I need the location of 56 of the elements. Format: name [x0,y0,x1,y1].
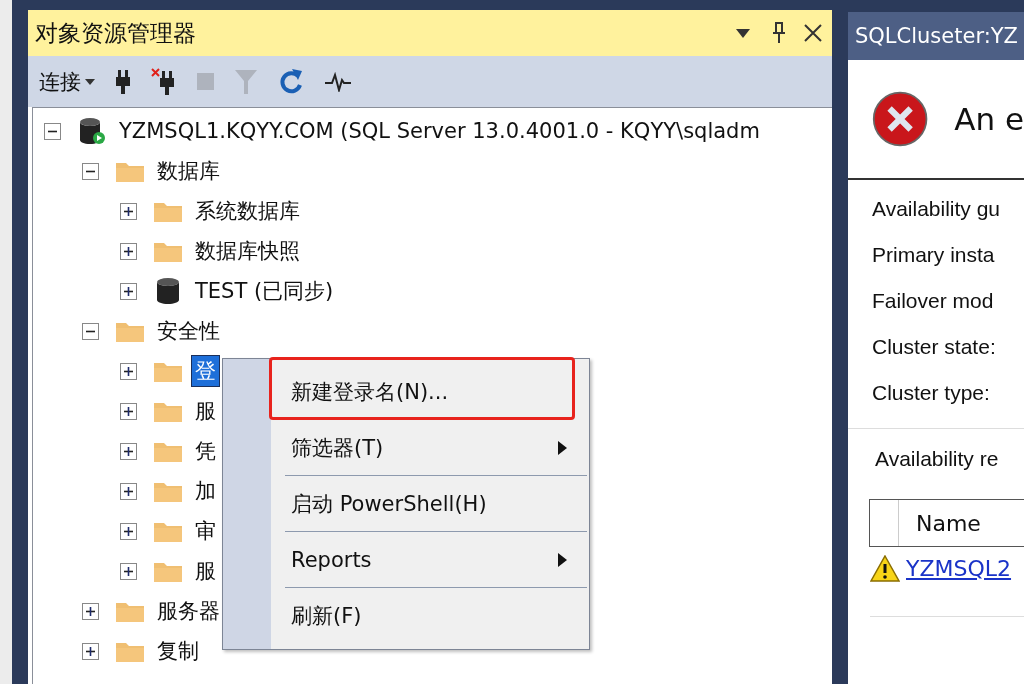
section-heading: Availability re [874,446,1000,472]
expand-icon[interactable] [82,602,99,620]
tree-item[interactable]: YZMSQL1.KQYY.COM (SQL Server 13.0.4001.0 - KQYY\sqladm [115,117,764,145]
menu-item[interactable]: 新建登录名(N)... [269,357,575,420]
tree-item[interactable]: 加 [191,475,220,507]
panel-title: 对象资源管理器 [35,18,197,48]
tree-item[interactable]: 数据库 [153,155,224,187]
server-icon [78,117,106,145]
tree-item[interactable]: 数据库快照 [191,235,304,267]
expand-icon[interactable] [120,202,137,220]
submenu-arrow-icon [558,440,567,455]
tree-item[interactable]: 服务器 [153,595,224,627]
expand-icon[interactable] [120,562,137,580]
field-label: Cluster type: [872,380,991,406]
field-label: Failover mod [872,288,995,314]
tree-item[interactable]: TEST (已同步) [191,275,338,307]
refresh-icon[interactable] [278,67,304,96]
field-label: Cluster state: [872,334,997,360]
expand-icon[interactable] [120,522,137,540]
database-icon [155,277,181,305]
collapse-icon[interactable] [44,122,61,140]
field-label: Primary insta [872,242,996,268]
menu-item[interactable]: 刷新(F) [271,588,589,643]
plug-icon[interactable] [115,68,131,95]
tab-title[interactable]: SQLCluseter:YZ [848,12,1024,60]
dropdown-icon[interactable] [736,28,750,38]
expand-icon[interactable] [120,402,137,420]
pin-icon[interactable] [772,22,786,44]
expand-icon[interactable] [120,442,137,460]
plug-remove-icon[interactable] [151,67,177,96]
expand-icon[interactable] [120,362,137,380]
tree-item[interactable]: 登 [191,355,220,387]
field-label: Availability gu [872,196,1002,222]
error-heading: An e [954,101,1024,137]
expand-icon[interactable] [82,642,99,660]
menu-item[interactable]: 启动 PowerShell(H) [271,476,589,531]
caret-icon [85,78,95,85]
expand-icon[interactable] [120,282,137,300]
expand-icon[interactable] [120,242,137,260]
tree-item[interactable]: 服 [191,395,220,427]
tree-item[interactable]: 审 [191,515,220,547]
tree-item[interactable]: 复制 [153,635,203,667]
expand-icon[interactable] [120,482,137,500]
tree-item[interactable]: 安全性 [153,315,224,347]
submenu-arrow-icon [558,552,567,567]
tree-item[interactable]: 凭 [191,435,220,467]
replica-link[interactable]: YZMSQL2 [906,556,1012,581]
collapse-icon[interactable] [82,322,99,340]
menu-item[interactable]: Reports [271,532,589,587]
tree-item[interactable]: 服 [191,555,220,587]
close-icon[interactable] [804,24,822,42]
connect-button[interactable]: 连接 [39,67,95,96]
tree-item[interactable]: 系统数据库 [191,195,304,227]
activity-icon[interactable] [324,71,352,92]
collapse-icon[interactable] [82,162,99,180]
menu-item[interactable]: 筛选器(T) [271,420,589,475]
